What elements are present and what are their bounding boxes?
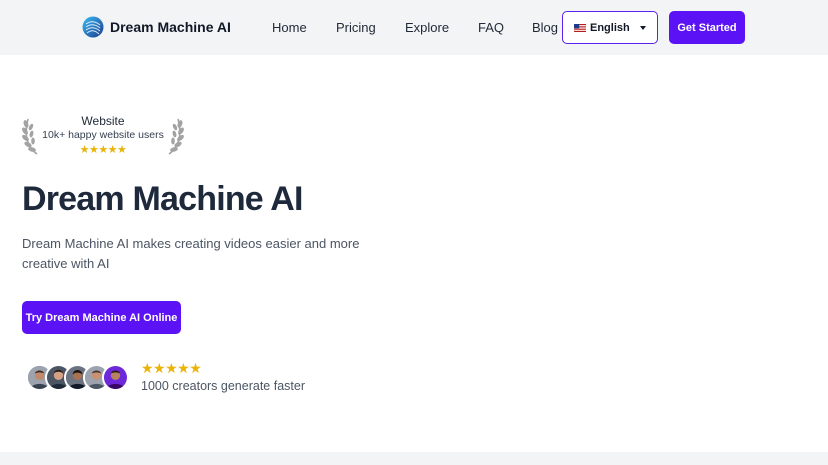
creators-proof-text: 1000 creators generate faster (141, 379, 305, 393)
hero-title: Dream Machine AI (22, 180, 304, 218)
brand-logo-link[interactable]: Dream Machine AI (82, 16, 231, 38)
language-select-value: English (590, 21, 630, 34)
nav-link-blog[interactable]: Blog (532, 20, 558, 35)
website-users-badge: Website 10k+ happy website users ★★★★★ (22, 113, 184, 159)
badge-title: Website (81, 114, 125, 128)
badge-subtitle: 10k+ happy website users (42, 129, 164, 141)
badge-star-rating: ★★★★★ (79, 144, 127, 156)
hero-description: Dream Machine AI makes creating videos e… (22, 236, 360, 271)
laurel-right-icon (168, 118, 184, 155)
brand-name: Dream Machine AI (110, 19, 231, 35)
creator-avatars (26, 364, 132, 392)
try-online-button[interactable]: Try Dream Machine AI Online (22, 301, 181, 334)
language-select[interactable]: English (562, 11, 658, 44)
brand-logo-icon (82, 16, 104, 38)
nav-link-faq[interactable]: FAQ (478, 20, 504, 35)
top-navbar: Dream Machine AI Home Pricing Explore FA… (0, 0, 828, 55)
next-section-edge (0, 452, 828, 465)
chevron-down-icon (640, 26, 646, 30)
avatar (102, 364, 129, 391)
creators-star-rating: ★★★★★ (141, 360, 202, 376)
get-started-button[interactable]: Get Started (669, 11, 745, 44)
nav-link-home[interactable]: Home (272, 20, 307, 35)
us-flag-icon (574, 23, 586, 32)
nav-link-explore[interactable]: Explore (405, 20, 449, 35)
nav-link-pricing[interactable]: Pricing (336, 20, 376, 35)
